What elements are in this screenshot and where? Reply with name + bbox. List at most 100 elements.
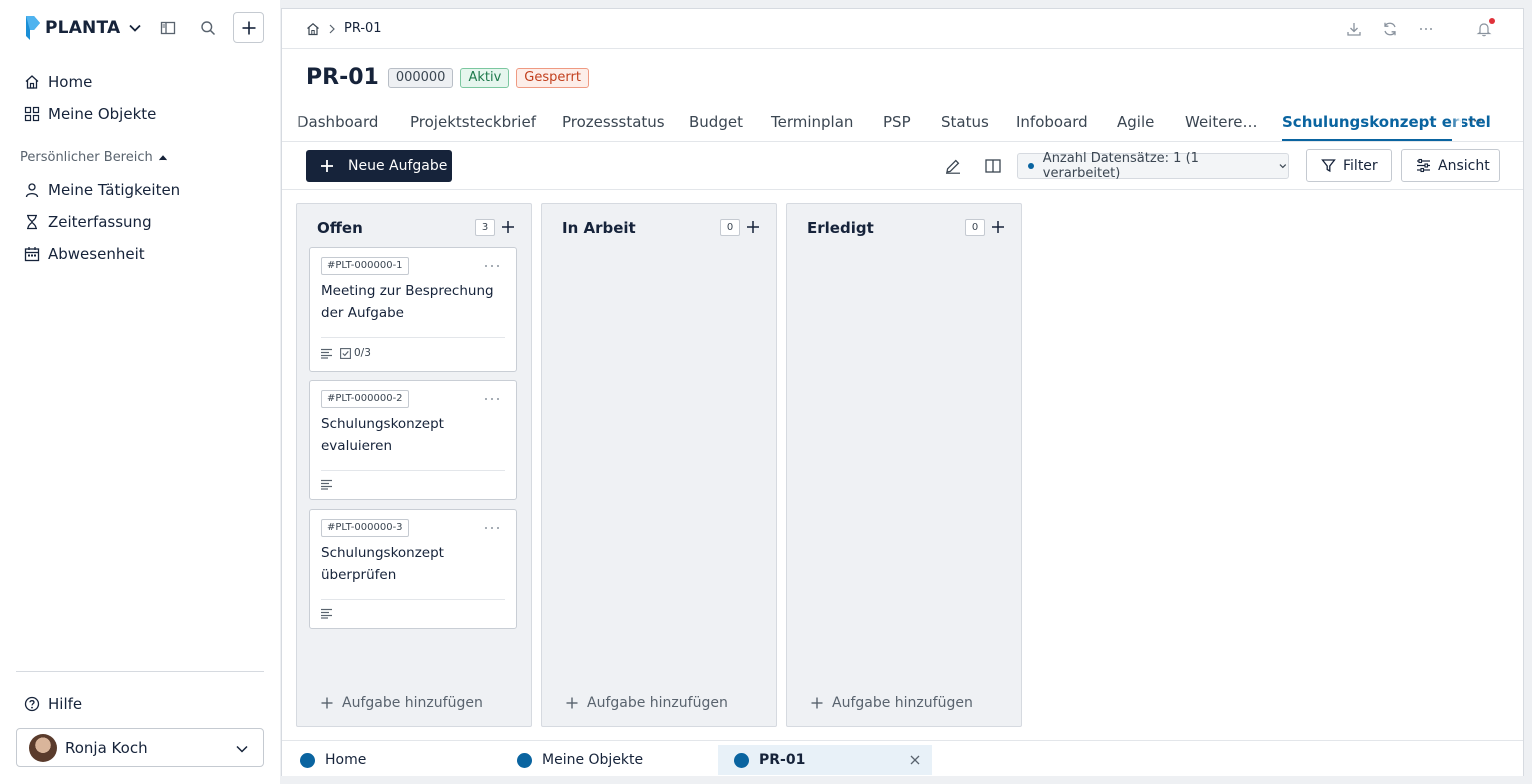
top-bar: PR-01 (282, 9, 1523, 49)
card-footer (321, 479, 340, 490)
sidebar-item-label: Home (48, 73, 93, 91)
status-badge: Aktiv (460, 67, 510, 88)
tab-fade-left (282, 109, 306, 139)
more-horizontal-icon[interactable] (484, 526, 500, 530)
app-switcher[interactable]: PLANTA (24, 15, 142, 41)
user-name: Ronja Koch (65, 738, 148, 757)
tab-dashboard[interactable]: Dashboard (297, 113, 378, 131)
user-menu[interactable]: Ronja Koch (16, 728, 264, 767)
sidebar-item-label: Meine Tätigkeiten (48, 181, 181, 199)
column-count: 3 (475, 219, 495, 236)
lock-badge: Gesperrt (516, 67, 589, 88)
tab-terminplan[interactable]: Terminplan (771, 113, 853, 131)
card-footer: 0/3 (321, 347, 371, 359)
tab-weitere[interactable]: Weitere… (1185, 113, 1258, 131)
card-divider (321, 470, 505, 471)
calendar-icon (24, 247, 40, 262)
plus-icon[interactable] (991, 220, 1005, 234)
plus-icon[interactable] (746, 220, 760, 234)
open-tab-home[interactable]: Home (284, 745, 484, 775)
page-title: PR-01 (306, 65, 379, 90)
add-task-label: Aufgabe hinzufügen (342, 695, 483, 711)
sidebar-item-hilfe[interactable]: Hilfe (24, 692, 82, 716)
sidebar-item-label: Abwesenheit (48, 245, 145, 263)
task-title: Schulungskonzept überprüfen (321, 545, 444, 583)
pencil-icon[interactable] (944, 157, 962, 175)
download-icon[interactable] (1346, 21, 1362, 37)
sidebar-item-meine-taetigkeiten[interactable]: Meine Tätigkeiten (24, 178, 180, 202)
add-task-button[interactable]: Aufgabe hinzufügen (811, 695, 973, 711)
add-task-button[interactable]: Aufgabe hinzufügen (321, 695, 483, 711)
task-card[interactable]: #PLT-000000-1 Meeting zur Besprechung de… (309, 247, 517, 372)
planta-logo-icon (26, 16, 40, 40)
plus-icon[interactable] (501, 220, 515, 234)
breadcrumb: PR-01 (306, 21, 382, 36)
grid-icon (24, 106, 40, 122)
records-dropdown[interactable]: Anzahl Datensätze: 1 (1 verarbeitet) (1017, 151, 1289, 181)
filter-icon (1321, 159, 1336, 173)
tab-status[interactable]: Status (941, 113, 989, 131)
home-icon (25, 75, 39, 89)
tab-budget[interactable]: Budget (689, 113, 743, 131)
tab-fade (1452, 109, 1462, 139)
more-horizontal-icon[interactable] (484, 264, 500, 268)
checklist-icon (340, 347, 351, 359)
column-count: 0 (720, 219, 740, 236)
column-count: 0 (965, 219, 985, 236)
column-title: Offen (317, 219, 363, 237)
hourglass-icon (27, 214, 37, 230)
tab-indicator-icon (517, 752, 532, 768)
avatar (29, 733, 57, 762)
new-task-label: Neue Aufgabe (348, 158, 448, 174)
breadcrumb-current[interactable]: PR-01 (344, 21, 382, 36)
close-icon[interactable] (910, 755, 920, 765)
add-task-button[interactable]: Aufgabe hinzufügen (566, 695, 728, 711)
plus-icon (811, 697, 823, 709)
tab-bar: Dashboard Projektsteckbrief Prozessstatu… (282, 109, 1523, 142)
filter-button[interactable]: Filter (1306, 149, 1392, 182)
more-horizontal-icon[interactable] (1418, 21, 1434, 37)
tab-overflow-button[interactable]: ··· (1468, 112, 1482, 130)
sidebar-item-meine-objekte[interactable]: Meine Objekte (24, 102, 156, 126)
open-tab-pr-01[interactable]: PR-01 (718, 745, 932, 775)
more-horizontal-icon[interactable] (484, 397, 500, 401)
sidebar-toggle-icon[interactable] (158, 18, 178, 38)
new-task-button[interactable]: Neue Aufgabe (306, 150, 452, 182)
add-task-label: Aufgabe hinzufügen (832, 695, 973, 711)
split-view-icon[interactable] (984, 157, 1002, 175)
id-badge: 000000 (387, 67, 454, 88)
plus-icon (242, 21, 255, 34)
column-title: In Arbeit (562, 219, 636, 237)
tab-infoboard[interactable]: Infoboard (1016, 113, 1088, 131)
column-title: Erledigt (807, 219, 874, 237)
section-toggle-personal[interactable]: Persönlicher Bereich (20, 150, 168, 165)
tab-agile[interactable]: Agile (1117, 113, 1154, 131)
home-icon[interactable] (306, 22, 320, 36)
open-tab-meine-objekte[interactable]: Meine Objekte (501, 745, 701, 775)
chevron-down-icon (1279, 164, 1287, 169)
sidebar-header: PLANTA (20, 12, 264, 44)
page-header: PR-01 000000 Aktiv Gesperrt (306, 65, 596, 90)
brand-name: PLANTA (45, 18, 121, 38)
task-card[interactable]: #PLT-000000-3 Schulungskonzept überprüfe… (309, 509, 517, 629)
kanban-board: Offen 3 #PLT-000000-1 Meeting zur Bespre… (282, 191, 1523, 738)
board-toolbar: Neue Aufgabe Anzahl Datensätze: 1 (1 ver… (282, 143, 1523, 190)
sidebar-item-home[interactable]: Home (24, 70, 92, 94)
add-task-label: Aufgabe hinzufügen (587, 695, 728, 711)
records-label: Anzahl Datensätze: 1 (1 verarbeitet) (1042, 151, 1199, 181)
column-erledigt: Erledigt 0 Aufgabe hinzufügen (786, 203, 1022, 727)
task-card[interactable]: #PLT-000000-2 Schulungskonzept evaluiere… (309, 380, 517, 500)
tab-projektsteckbrief[interactable]: Projektsteckbrief (410, 113, 536, 131)
search-icon[interactable] (198, 18, 218, 38)
tab-prozessstatus[interactable]: Prozessstatus (562, 113, 665, 131)
sidebar-item-abwesenheit[interactable]: Abwesenheit (24, 242, 145, 266)
card-divider (321, 337, 505, 338)
view-button[interactable]: Ansicht (1401, 149, 1500, 182)
tab-psp[interactable]: PSP (883, 113, 911, 131)
sidebar-item-zeiterfassung[interactable]: Zeiterfassung (24, 210, 152, 234)
task-title: Meeting zur Besprechung der Aufgabe (321, 283, 494, 321)
records-indicator (1028, 163, 1034, 169)
refresh-icon[interactable] (1382, 21, 1398, 37)
create-button[interactable] (233, 12, 264, 43)
view-label: Ansicht (1438, 157, 1490, 174)
